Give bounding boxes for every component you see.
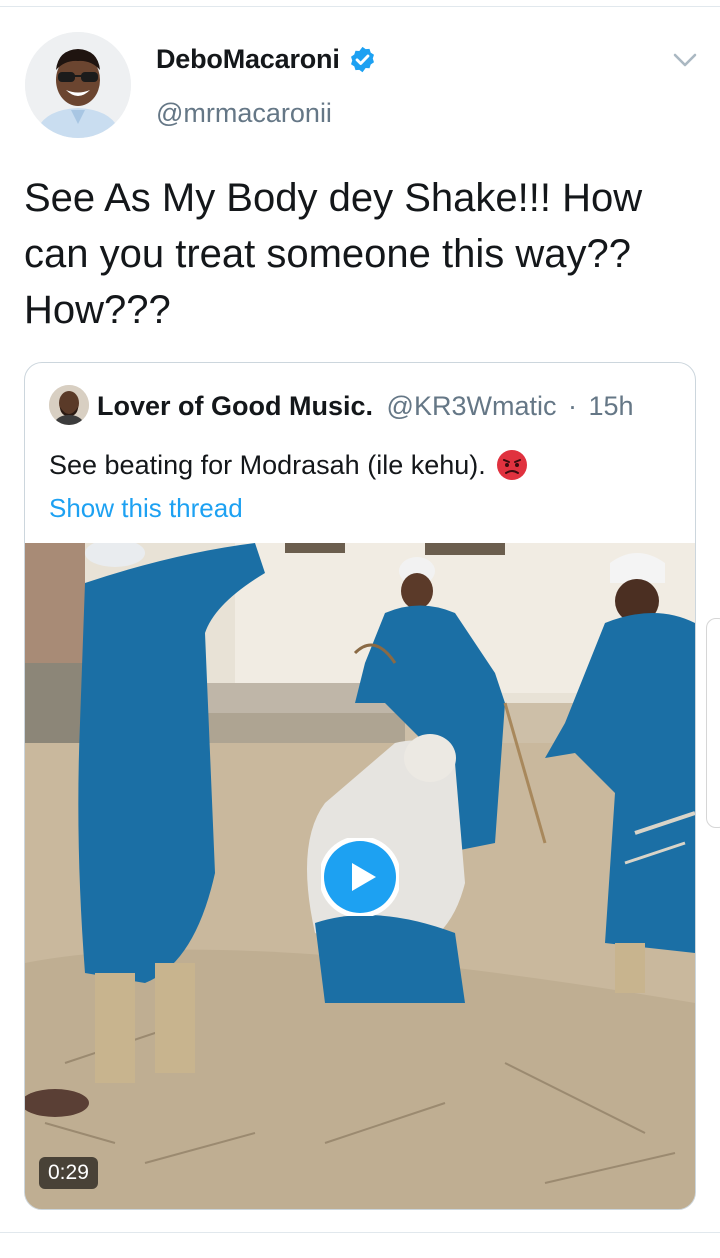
bottom-divider [0, 1232, 720, 1233]
quoted-header: Lover of Good Music. @KR3Wmatic · 15h [97, 391, 634, 422]
quoted-text-row: See beating for Modrasah (ile kehu). [49, 449, 528, 481]
chevron-down-icon[interactable] [672, 50, 698, 70]
scrollbar-handle[interactable] [706, 618, 720, 828]
play-icon [321, 838, 399, 916]
quoted-timestamp[interactable]: 15h [589, 391, 634, 421]
angry-face-emoji-icon [496, 449, 528, 481]
quoted-separator: · [567, 391, 577, 421]
show-this-thread-link[interactable]: Show this thread [49, 493, 243, 524]
quoted-author-avatar[interactable] [49, 385, 89, 425]
quoted-handle[interactable]: @KR3Wmatic [387, 391, 557, 421]
author-name-row[interactable]: DeboMacaroni [156, 44, 377, 75]
video-player[interactable]: 0:29 [25, 543, 695, 1209]
author-display-name[interactable]: DeboMacaroni [156, 44, 340, 75]
play-button[interactable] [321, 838, 399, 916]
author-handle[interactable]: @mrmacaronii [156, 98, 332, 129]
author-avatar[interactable] [25, 32, 131, 138]
video-duration-badge: 0:29 [39, 1157, 98, 1189]
quoted-tweet-card[interactable]: Lover of Good Music. @KR3Wmatic · 15h Se… [24, 362, 696, 1210]
verified-badge-icon [348, 45, 377, 74]
top-divider [0, 6, 720, 7]
quoted-text: See beating for Modrasah (ile kehu). [49, 449, 486, 480]
quoted-display-name[interactable]: Lover of Good Music. [97, 391, 373, 421]
tweet-text: See As My Body dey Shake!!! How can you … [24, 176, 643, 332]
